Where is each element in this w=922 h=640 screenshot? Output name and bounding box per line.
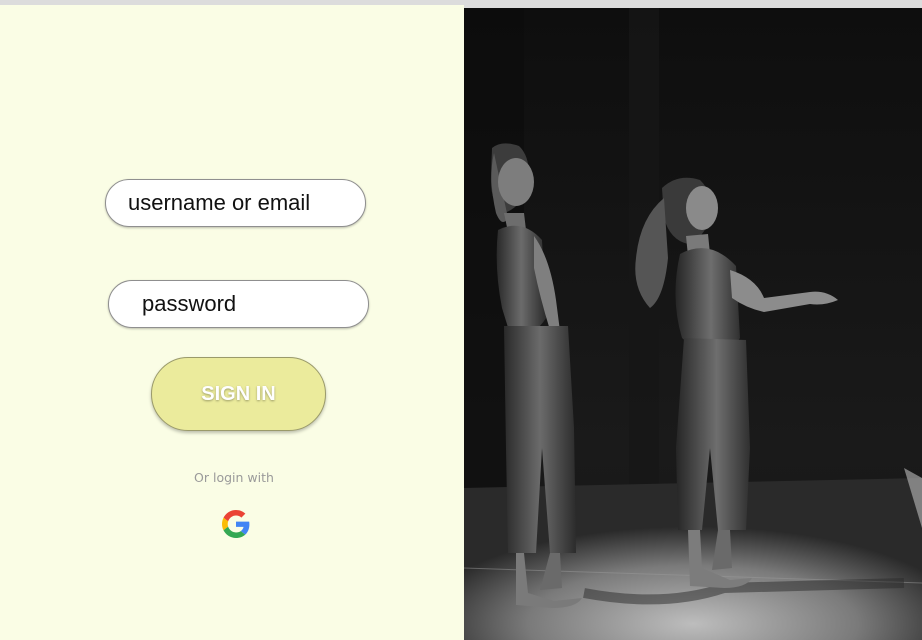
sign-in-button[interactable]: SIGN IN [151, 357, 326, 431]
password-placeholder: password [142, 291, 237, 316]
password-field[interactable]: password [108, 280, 369, 328]
dancers-photo-illustration [464, 8, 922, 640]
alt-login-text: Or login with [194, 470, 274, 485]
username-email-field[interactable]: username or email [105, 179, 366, 227]
google-icon[interactable] [222, 510, 250, 538]
sign-in-label: SIGN IN [201, 382, 276, 405]
username-placeholder: username or email [128, 190, 311, 215]
hero-photo [464, 8, 922, 640]
google-logo-icon [222, 510, 250, 538]
